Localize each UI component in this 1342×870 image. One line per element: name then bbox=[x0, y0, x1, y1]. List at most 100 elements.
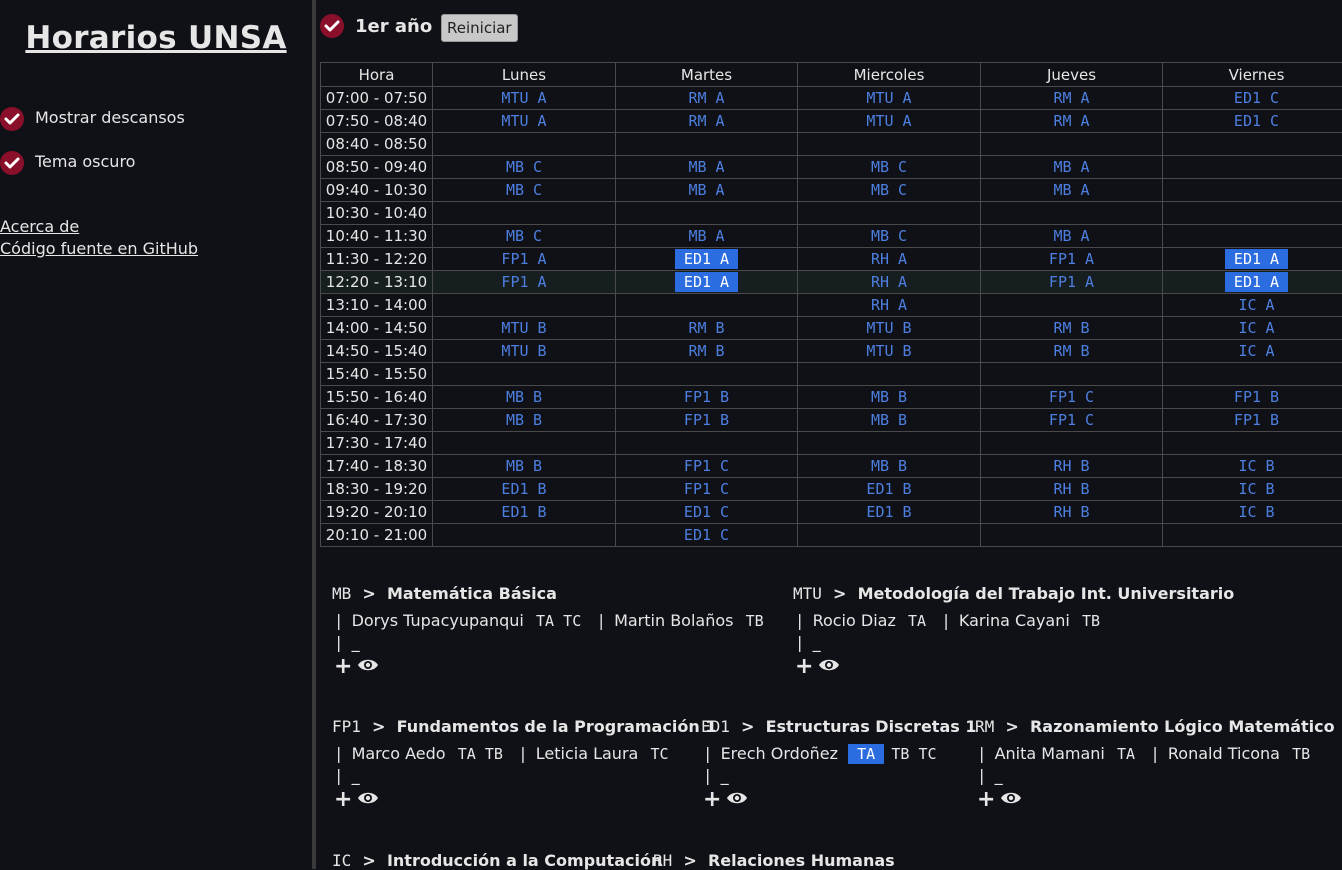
class-cell[interactable]: IC B bbox=[1163, 455, 1342, 478]
placeholder[interactable]: _ bbox=[721, 766, 729, 785]
class-label[interactable]: MTU A bbox=[866, 112, 911, 130]
class-label[interactable]: RM A bbox=[688, 112, 724, 130]
class-label[interactable]: MB A bbox=[688, 181, 724, 199]
group-toggle[interactable]: TC bbox=[561, 612, 583, 630]
class-label[interactable]: FP1 A bbox=[1049, 250, 1094, 268]
group-toggle[interactable]: TC bbox=[649, 745, 671, 763]
class-label[interactable]: MB C bbox=[871, 181, 907, 199]
class-cell[interactable]: MB C bbox=[798, 179, 981, 202]
class-label[interactable]: MTU B bbox=[501, 342, 546, 360]
class-cell[interactable]: IC B bbox=[1163, 478, 1342, 501]
class-cell[interactable]: RH B bbox=[981, 501, 1163, 524]
class-cell[interactable]: MB A bbox=[616, 179, 798, 202]
class-cell[interactable]: MB C bbox=[798, 225, 981, 248]
class-label[interactable]: FP1 C bbox=[684, 457, 729, 475]
class-cell[interactable]: RH B bbox=[981, 455, 1163, 478]
class-cell[interactable]: RH A bbox=[798, 271, 981, 294]
class-cell[interactable]: FP1 B bbox=[1163, 409, 1342, 432]
class-label[interactable]: ED1 B bbox=[866, 503, 911, 521]
placeholder[interactable]: _ bbox=[995, 766, 1003, 785]
group-toggle[interactable]: TC bbox=[916, 745, 938, 763]
class-label[interactable]: MB B bbox=[506, 388, 542, 406]
class-label[interactable]: FP1 B bbox=[684, 411, 729, 429]
class-cell[interactable]: ED1 B bbox=[433, 501, 616, 524]
class-label[interactable]: ED1 C bbox=[684, 503, 729, 521]
check-icon[interactable] bbox=[0, 107, 24, 131]
class-label[interactable]: FP1 B bbox=[1234, 411, 1279, 429]
class-label[interactable]: RM B bbox=[688, 319, 724, 337]
class-label[interactable]: IC B bbox=[1238, 457, 1274, 475]
class-cell[interactable]: IC A bbox=[1163, 340, 1342, 363]
class-label[interactable]: FP1 A bbox=[501, 250, 546, 268]
class-label[interactable]: IC A bbox=[1238, 296, 1274, 314]
class-label[interactable]: RM A bbox=[1053, 89, 1089, 107]
class-label[interactable]: MTU B bbox=[866, 319, 911, 337]
class-label[interactable]: FP1 B bbox=[1234, 388, 1279, 406]
class-cell[interactable]: RH B bbox=[981, 478, 1163, 501]
class-label[interactable]: IC A bbox=[1238, 319, 1274, 337]
placeholder[interactable]: _ bbox=[352, 633, 360, 652]
group-toggle[interactable]: TA bbox=[906, 612, 928, 630]
class-cell[interactable]: MTU B bbox=[798, 340, 981, 363]
class-label[interactable]: MTU A bbox=[866, 89, 911, 107]
class-cell[interactable]: RM A bbox=[981, 110, 1163, 133]
class-label[interactable]: IC B bbox=[1238, 503, 1274, 521]
class-label[interactable]: RH A bbox=[871, 296, 907, 314]
github-link[interactable]: Código fuente en GitHub bbox=[0, 239, 198, 258]
class-label[interactable]: MB A bbox=[1053, 227, 1089, 245]
class-label[interactable]: ED1 B bbox=[501, 480, 546, 498]
class-cell[interactable]: ED1 B bbox=[798, 478, 981, 501]
class-label[interactable]: MTU B bbox=[866, 342, 911, 360]
placeholder[interactable]: _ bbox=[352, 766, 360, 785]
class-cell[interactable]: MTU A bbox=[433, 87, 616, 110]
class-cell[interactable]: MB A bbox=[616, 225, 798, 248]
class-label[interactable]: ED1 A bbox=[1225, 272, 1288, 292]
class-label[interactable]: ED1 C bbox=[1234, 89, 1279, 107]
class-label[interactable]: MTU A bbox=[501, 112, 546, 130]
class-cell[interactable]: MB B bbox=[433, 455, 616, 478]
class-label[interactable]: FP1 B bbox=[684, 388, 729, 406]
placeholder[interactable]: _ bbox=[813, 633, 821, 652]
class-cell[interactable]: FP1 A bbox=[433, 248, 616, 271]
class-cell[interactable]: MTU A bbox=[433, 110, 616, 133]
class-label[interactable]: RH B bbox=[1053, 480, 1089, 498]
class-label[interactable]: MB B bbox=[506, 411, 542, 429]
class-label[interactable]: MB C bbox=[506, 227, 542, 245]
class-cell[interactable]: FP1 C bbox=[981, 409, 1163, 432]
class-cell[interactable]: ED1 C bbox=[1163, 110, 1342, 133]
group-toggle[interactable]: TA bbox=[456, 745, 478, 763]
class-cell[interactable]: ED1 B bbox=[798, 501, 981, 524]
class-cell[interactable]: FP1 A bbox=[981, 248, 1163, 271]
class-label[interactable]: MTU A bbox=[501, 89, 546, 107]
class-cell[interactable]: MB B bbox=[433, 409, 616, 432]
class-label[interactable]: FP1 A bbox=[501, 273, 546, 291]
group-toggle[interactable]: TB bbox=[744, 612, 766, 630]
class-cell[interactable]: MB C bbox=[433, 179, 616, 202]
class-label[interactable]: FP1 C bbox=[684, 480, 729, 498]
eye-icon[interactable] bbox=[726, 790, 748, 810]
class-cell[interactable]: ED1 A bbox=[616, 271, 798, 294]
class-cell[interactable]: MTU B bbox=[433, 340, 616, 363]
class-label[interactable]: FP1 C bbox=[1049, 411, 1094, 429]
plus-icon[interactable]: + bbox=[703, 787, 721, 812]
class-label[interactable]: IC B bbox=[1238, 480, 1274, 498]
class-cell[interactable]: ED1 C bbox=[1163, 87, 1342, 110]
class-label[interactable]: RM A bbox=[1053, 112, 1089, 130]
plus-icon[interactable]: + bbox=[334, 787, 352, 812]
class-cell[interactable]: MB B bbox=[798, 409, 981, 432]
class-label[interactable]: MTU B bbox=[501, 319, 546, 337]
class-cell[interactable]: RM B bbox=[616, 317, 798, 340]
class-label[interactable]: RH A bbox=[871, 250, 907, 268]
class-cell[interactable]: FP1 B bbox=[1163, 386, 1342, 409]
class-label[interactable]: RM B bbox=[1053, 342, 1089, 360]
class-label[interactable]: ED1 B bbox=[866, 480, 911, 498]
class-label[interactable]: IC A bbox=[1238, 342, 1274, 360]
class-label[interactable]: MB A bbox=[1053, 158, 1089, 176]
class-label[interactable]: ED1 B bbox=[501, 503, 546, 521]
class-cell[interactable]: FP1 A bbox=[981, 271, 1163, 294]
class-label[interactable]: MB C bbox=[871, 158, 907, 176]
class-label[interactable]: ED1 C bbox=[684, 526, 729, 544]
group-toggle[interactable]: TB bbox=[1290, 745, 1312, 763]
class-cell[interactable]: FP1 B bbox=[616, 386, 798, 409]
eye-icon[interactable] bbox=[357, 657, 379, 677]
